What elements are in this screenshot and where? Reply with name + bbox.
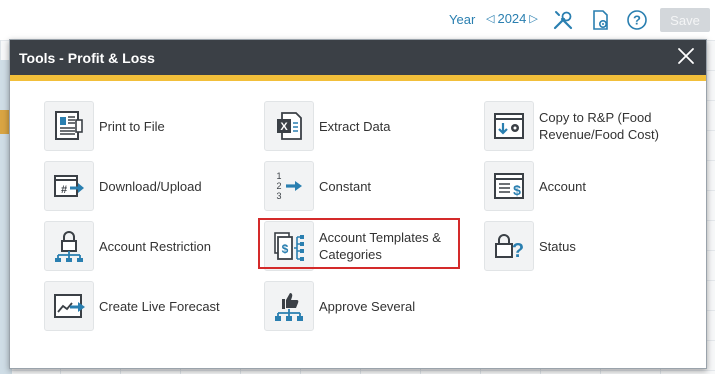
tool-label-line2: Revenue/Food Cost) (539, 127, 659, 142)
year-label: Year (449, 12, 476, 27)
constant-digit: 3 (276, 191, 281, 201)
forecast-chart-icon (44, 281, 94, 331)
dollar-symbol: $ (513, 182, 521, 198)
print-to-file-icon (44, 101, 94, 151)
tools-modal: Tools - Profit & Loss Print to File X Ex… (9, 39, 707, 369)
next-year-arrow-icon[interactable]: ▷ (529, 12, 537, 25)
tool-label-line1: Copy to R&P (Food (539, 110, 652, 125)
tool-label: Print to File (99, 118, 165, 134)
question-symbol: ? (512, 240, 524, 262)
tool-label: Account (539, 178, 586, 194)
dollar-symbol: $ (282, 242, 289, 256)
constant-icon: 1 2 3 (264, 161, 314, 211)
modal-header: Tools - Profit & Loss (10, 40, 706, 75)
lock-question-icon: ? (484, 221, 534, 271)
tool-label-line2: Categories (319, 247, 382, 262)
tool-label-line1: Account Templates & (319, 230, 441, 245)
lock-tree-icon (44, 221, 94, 271)
help-icon[interactable]: ? (625, 8, 649, 32)
tool-label: Copy to R&P (Food Revenue/Food Cost) (539, 109, 659, 143)
tool-account-templates-categories[interactable]: $ Account Templates & Categories (264, 221, 441, 271)
tool-copy-to-rp[interactable]: Copy to R&P (Food Revenue/Food Cost) (484, 101, 659, 151)
tools-icon[interactable] (551, 8, 575, 32)
account-dollar-icon: $ (484, 161, 534, 211)
page-settings-icon[interactable] (589, 8, 613, 32)
previous-year-arrow-icon[interactable]: ◁ (486, 12, 494, 25)
save-button[interactable]: Save (660, 8, 710, 32)
close-button[interactable] (675, 45, 697, 67)
tool-label: Constant (319, 178, 372, 194)
svg-text:X: X (280, 121, 288, 133)
year-navigator: ◁ 2024 ▷ (486, 11, 538, 26)
constant-digit: 2 (276, 181, 281, 191)
tool-label: Account Templates & Categories (319, 229, 441, 263)
tool-approve-several[interactable]: Approve Several (264, 281, 415, 331)
constant-digit: 1 (276, 171, 281, 181)
svg-text:?: ? (633, 13, 641, 28)
modal-accent-bar (10, 75, 706, 81)
tool-account-restriction[interactable]: Account Restriction (44, 221, 211, 271)
modal-title: Tools - Profit & Loss (19, 50, 155, 66)
tool-create-live-forecast[interactable]: Create Live Forecast (44, 281, 220, 331)
tool-label: Approve Several (319, 298, 416, 314)
svg-text:#: # (61, 184, 67, 196)
tool-account[interactable]: $ Account (484, 161, 586, 211)
tool-label: Account Restriction (99, 238, 211, 254)
tool-label: Extract Data (319, 118, 391, 134)
tool-constant[interactable]: 1 2 3 Constant (264, 161, 371, 211)
close-icon (678, 48, 694, 64)
year-value: 2024 (497, 11, 527, 26)
thumbs-up-tree-icon (264, 281, 314, 331)
tool-extract-data[interactable]: X Extract Data (264, 101, 391, 151)
copy-settings-icon (484, 101, 534, 151)
tool-download-upload[interactable]: # Download/Upload (44, 161, 202, 211)
tool-status[interactable]: ? Status (484, 221, 576, 271)
tool-print-to-file[interactable]: Print to File (44, 101, 165, 151)
templates-icon: $ (264, 221, 314, 271)
tool-label: Create Live Forecast (99, 298, 220, 314)
tool-label: Status (539, 238, 576, 254)
excel-icon: X (264, 101, 314, 151)
top-toolbar: Year ◁ 2024 ▷ ? Save (0, 0, 715, 40)
tool-label: Download/Upload (99, 178, 202, 194)
hash-arrow-icon: # (44, 161, 94, 211)
